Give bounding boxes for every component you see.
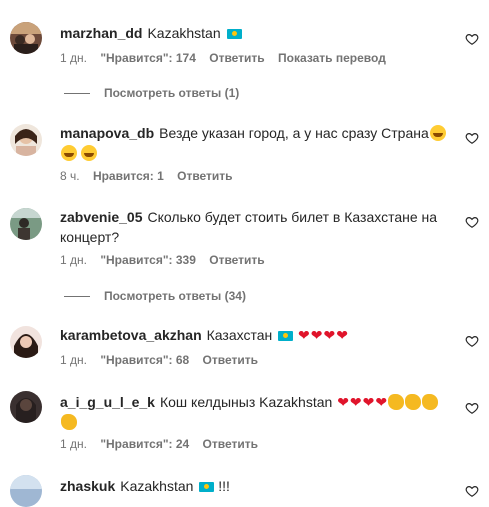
comment-likes[interactable]: Нравится: 1	[93, 169, 164, 183]
comment-meta: 1 дн. "Нравится": 339 Ответить	[60, 253, 275, 267]
view-replies-button[interactable]: Посмотреть ответы (1)	[64, 86, 239, 100]
comment-username[interactable]: marzhan_dd	[60, 25, 142, 41]
comment-meta: 1 дн. "Нравится": 24 Ответить	[60, 437, 268, 451]
comment-body: Kazakhstan	[120, 478, 194, 494]
divider	[64, 92, 90, 94]
comment-text: marzhan_dd Kazakhstan	[60, 23, 449, 43]
red-heart-emoji-icon: ❤	[310, 327, 323, 343]
avatar[interactable]	[10, 475, 42, 507]
view-replies-button[interactable]: Посмотреть ответы (34)	[64, 289, 246, 303]
view-replies-label: Посмотреть ответы (34)	[104, 289, 246, 303]
comment-text: manapova_db Везде указан город, а у нас с…	[60, 123, 449, 163]
kazakhstan-flag-icon	[278, 331, 294, 341]
comment-text: zhaskuk Kazakhstan !!!	[60, 476, 449, 496]
avatar[interactable]	[10, 22, 42, 54]
clapping-hands-emoji-icon	[405, 394, 422, 410]
comment-likes[interactable]: "Нравится": 68	[100, 353, 189, 367]
comment-username[interactable]: manapova_db	[60, 125, 154, 141]
comment-body: Kazakhstan	[147, 25, 221, 41]
clapping-hands-emoji-icon	[61, 414, 77, 430]
red-heart-emoji-icon: ❤	[349, 394, 362, 410]
comment-likes[interactable]: "Нравится": 339	[100, 253, 196, 267]
comment-suffix: !!!	[218, 478, 230, 494]
laughing-emoji-icon	[61, 145, 77, 161]
comment-likes[interactable]: "Нравится": 24	[100, 437, 189, 451]
reply-button[interactable]: Ответить	[209, 253, 264, 267]
heart-outline-icon[interactable]	[465, 484, 479, 498]
comment-time: 1 дн.	[60, 51, 87, 65]
red-heart-emoji-icon: ❤	[336, 327, 348, 343]
reply-button[interactable]: Ответить	[203, 437, 258, 451]
comment-time: 1 дн.	[60, 437, 87, 451]
red-heart-emoji-icon: ❤	[375, 394, 388, 410]
red-heart-emoji-icon: ❤	[298, 327, 310, 343]
heart-outline-icon[interactable]	[465, 131, 479, 145]
heart-outline-icon[interactable]	[465, 401, 479, 415]
clapping-hands-emoji-icon	[388, 394, 405, 410]
comment-likes[interactable]: "Нравится": 174	[100, 51, 196, 65]
view-replies-label: Посмотреть ответы (1)	[104, 86, 240, 100]
reply-button[interactable]: Ответить	[177, 169, 232, 183]
comment-meta: 1 дн. "Нравится": 174 Ответить Показать …	[60, 51, 396, 65]
comment-time: 8 ч.	[60, 169, 80, 183]
avatar[interactable]	[10, 326, 42, 358]
avatar[interactable]	[10, 124, 42, 156]
reply-button[interactable]: Ответить	[203, 353, 258, 367]
comment-body: Казахстан	[206, 327, 273, 343]
clapping-hands-emoji-icon	[422, 394, 439, 410]
red-heart-emoji-icon: ❤	[362, 394, 375, 410]
heart-outline-icon[interactable]	[465, 32, 479, 46]
heart-outline-icon[interactable]	[465, 215, 479, 229]
heart-outline-icon[interactable]	[465, 334, 479, 348]
comment-body: Кош келдыныз Kazakhstan	[159, 394, 333, 410]
comment-username[interactable]: zhaskuk	[60, 478, 115, 494]
avatar[interactable]	[10, 391, 42, 423]
comment-text: karambetova_akzhan Казахстан ❤❤❤❤	[60, 325, 449, 345]
comment-username[interactable]: zabvenie_05	[60, 209, 143, 225]
translate-button[interactable]: Показать перевод	[278, 51, 386, 65]
comment-text: zabvenie_05 Сколько будет стоить билет в …	[60, 207, 449, 247]
comment-time: 1 дн.	[60, 253, 87, 267]
red-heart-emoji-icon: ❤	[337, 394, 349, 410]
avatar[interactable]	[10, 208, 42, 240]
comment-meta: 1 дн. "Нравится": 68 Ответить	[60, 353, 268, 367]
laughing-emoji-icon	[429, 125, 446, 141]
comment-username[interactable]: a_i_g_u_l_e_k	[60, 394, 155, 410]
red-heart-emoji-icon: ❤	[323, 327, 336, 343]
comment-text: a_i_g_u_l_e_k Кош келдыныз Kazakhstan ❤❤❤…	[60, 392, 449, 432]
kazakhstan-flag-icon	[226, 29, 242, 39]
reply-button[interactable]: Ответить	[209, 51, 264, 65]
comment-body: Везде указан город, а у нас сразу Страна	[159, 125, 429, 141]
comment-meta: 8 ч. Нравится: 1 Ответить	[60, 169, 243, 183]
divider	[64, 295, 90, 297]
comment-username[interactable]: karambetova_akzhan	[60, 327, 202, 343]
laughing-emoji-icon	[81, 145, 97, 161]
kazakhstan-flag-icon	[199, 482, 215, 492]
comment-time: 1 дн.	[60, 353, 87, 367]
